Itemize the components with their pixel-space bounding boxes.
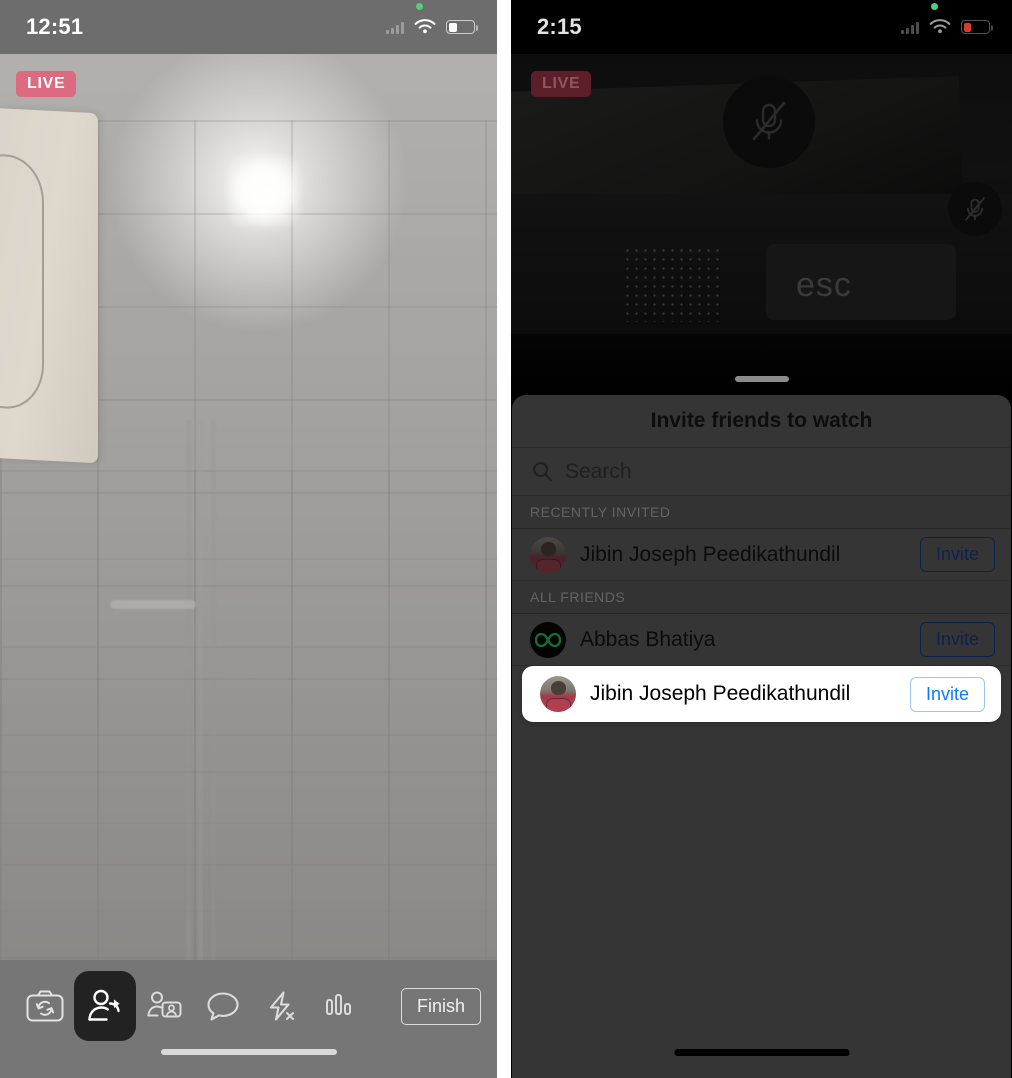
home-indicator[interactable]	[674, 1049, 849, 1056]
live-badge: LIVE	[531, 71, 592, 97]
list-item-name: Abbas Bhatiya	[580, 627, 716, 651]
infinity-logo-avatar	[530, 621, 566, 658]
sheet-grabber[interactable]	[734, 376, 789, 382]
microphone-muted-icon-small	[948, 182, 1002, 236]
battery-icon	[446, 20, 478, 34]
status-bar: 12:51	[0, 0, 497, 54]
wifi-icon	[414, 18, 436, 33]
person-video-icon[interactable]	[136, 977, 194, 1035]
green-recording-dot	[416, 2, 423, 10]
invite-sheet: Invite friends to watch Search RECENTLY …	[512, 395, 1011, 1078]
door-handle-object	[110, 600, 196, 609]
cellular-signal-icon	[901, 21, 919, 34]
camera-toolbar: Finish	[0, 960, 497, 1052]
search-input[interactable]: Search	[512, 448, 1011, 496]
cabinet-object	[0, 106, 98, 464]
search-icon	[533, 462, 552, 482]
list-item[interactable]: Abbas Bhatiya Invite	[512, 614, 1011, 666]
list-item-name: Jibin Joseph Peedikathundil	[590, 682, 851, 705]
wifi-icon	[929, 18, 951, 33]
invite-button[interactable]: Invite	[909, 676, 985, 712]
bottom-bar: Finish	[0, 960, 497, 1078]
flash-off-icon[interactable]	[252, 977, 310, 1035]
battery-low-icon	[961, 20, 993, 34]
finish-button[interactable]: Finish	[400, 987, 481, 1025]
flip-camera-icon[interactable]	[16, 977, 74, 1035]
microphone-muted-icon	[723, 76, 815, 168]
invite-button[interactable]: Invite	[919, 537, 995, 572]
chat-bubble-icon[interactable]	[194, 977, 252, 1035]
invite-button[interactable]: Invite	[919, 622, 995, 657]
status-bar-time: 2:15	[537, 14, 582, 39]
person-photo-avatar	[530, 536, 566, 573]
sheet-title: Invite friends to watch	[512, 395, 1011, 448]
right-phone-screen: esc 2:15 LIVE Invite friends to watch Se…	[511, 0, 1012, 1078]
status-bar-time: 12:51	[26, 14, 84, 39]
list-item-name: Jibin Joseph Peedikathundil	[580, 542, 841, 566]
speaker-grille	[623, 246, 723, 322]
home-indicator[interactable]	[160, 1049, 337, 1055]
live-badge: LIVE	[16, 71, 77, 97]
screenshot-stage: 12:51 LIVE Finish esc 2:15 LIVE Invite f…	[0, 0, 1012, 1078]
list-item-highlighted[interactable]: Jibin Joseph Peedikathundil Invite	[524, 668, 999, 720]
section-header-recently-invited: RECENTLY INVITED	[512, 496, 1011, 529]
person-photo-avatar	[540, 676, 576, 712]
list-item[interactable]: Jibin Joseph Peedikathundil Invite	[512, 529, 1011, 581]
ceiling-light-glare	[228, 155, 300, 227]
left-phone-screen: 12:51 LIVE Finish	[0, 0, 497, 1078]
cellular-signal-icon	[386, 21, 404, 34]
pipe-reflection	[186, 420, 224, 1018]
status-bar-indicators	[386, 2, 478, 36]
key-block	[766, 244, 956, 320]
camera-preview-background	[0, 0, 497, 1078]
green-recording-dot	[931, 2, 938, 10]
status-bar: 2:15	[511, 0, 1012, 54]
stats-bars-icon[interactable]	[310, 977, 368, 1035]
search-placeholder: Search	[565, 459, 632, 483]
section-header-all-friends: ALL FRIENDS	[512, 581, 1011, 614]
share-person-icon[interactable]	[74, 971, 136, 1041]
status-bar-indicators	[901, 2, 993, 36]
esc-key-label: esc	[796, 266, 852, 304]
live-video-preview: esc	[511, 54, 1012, 394]
